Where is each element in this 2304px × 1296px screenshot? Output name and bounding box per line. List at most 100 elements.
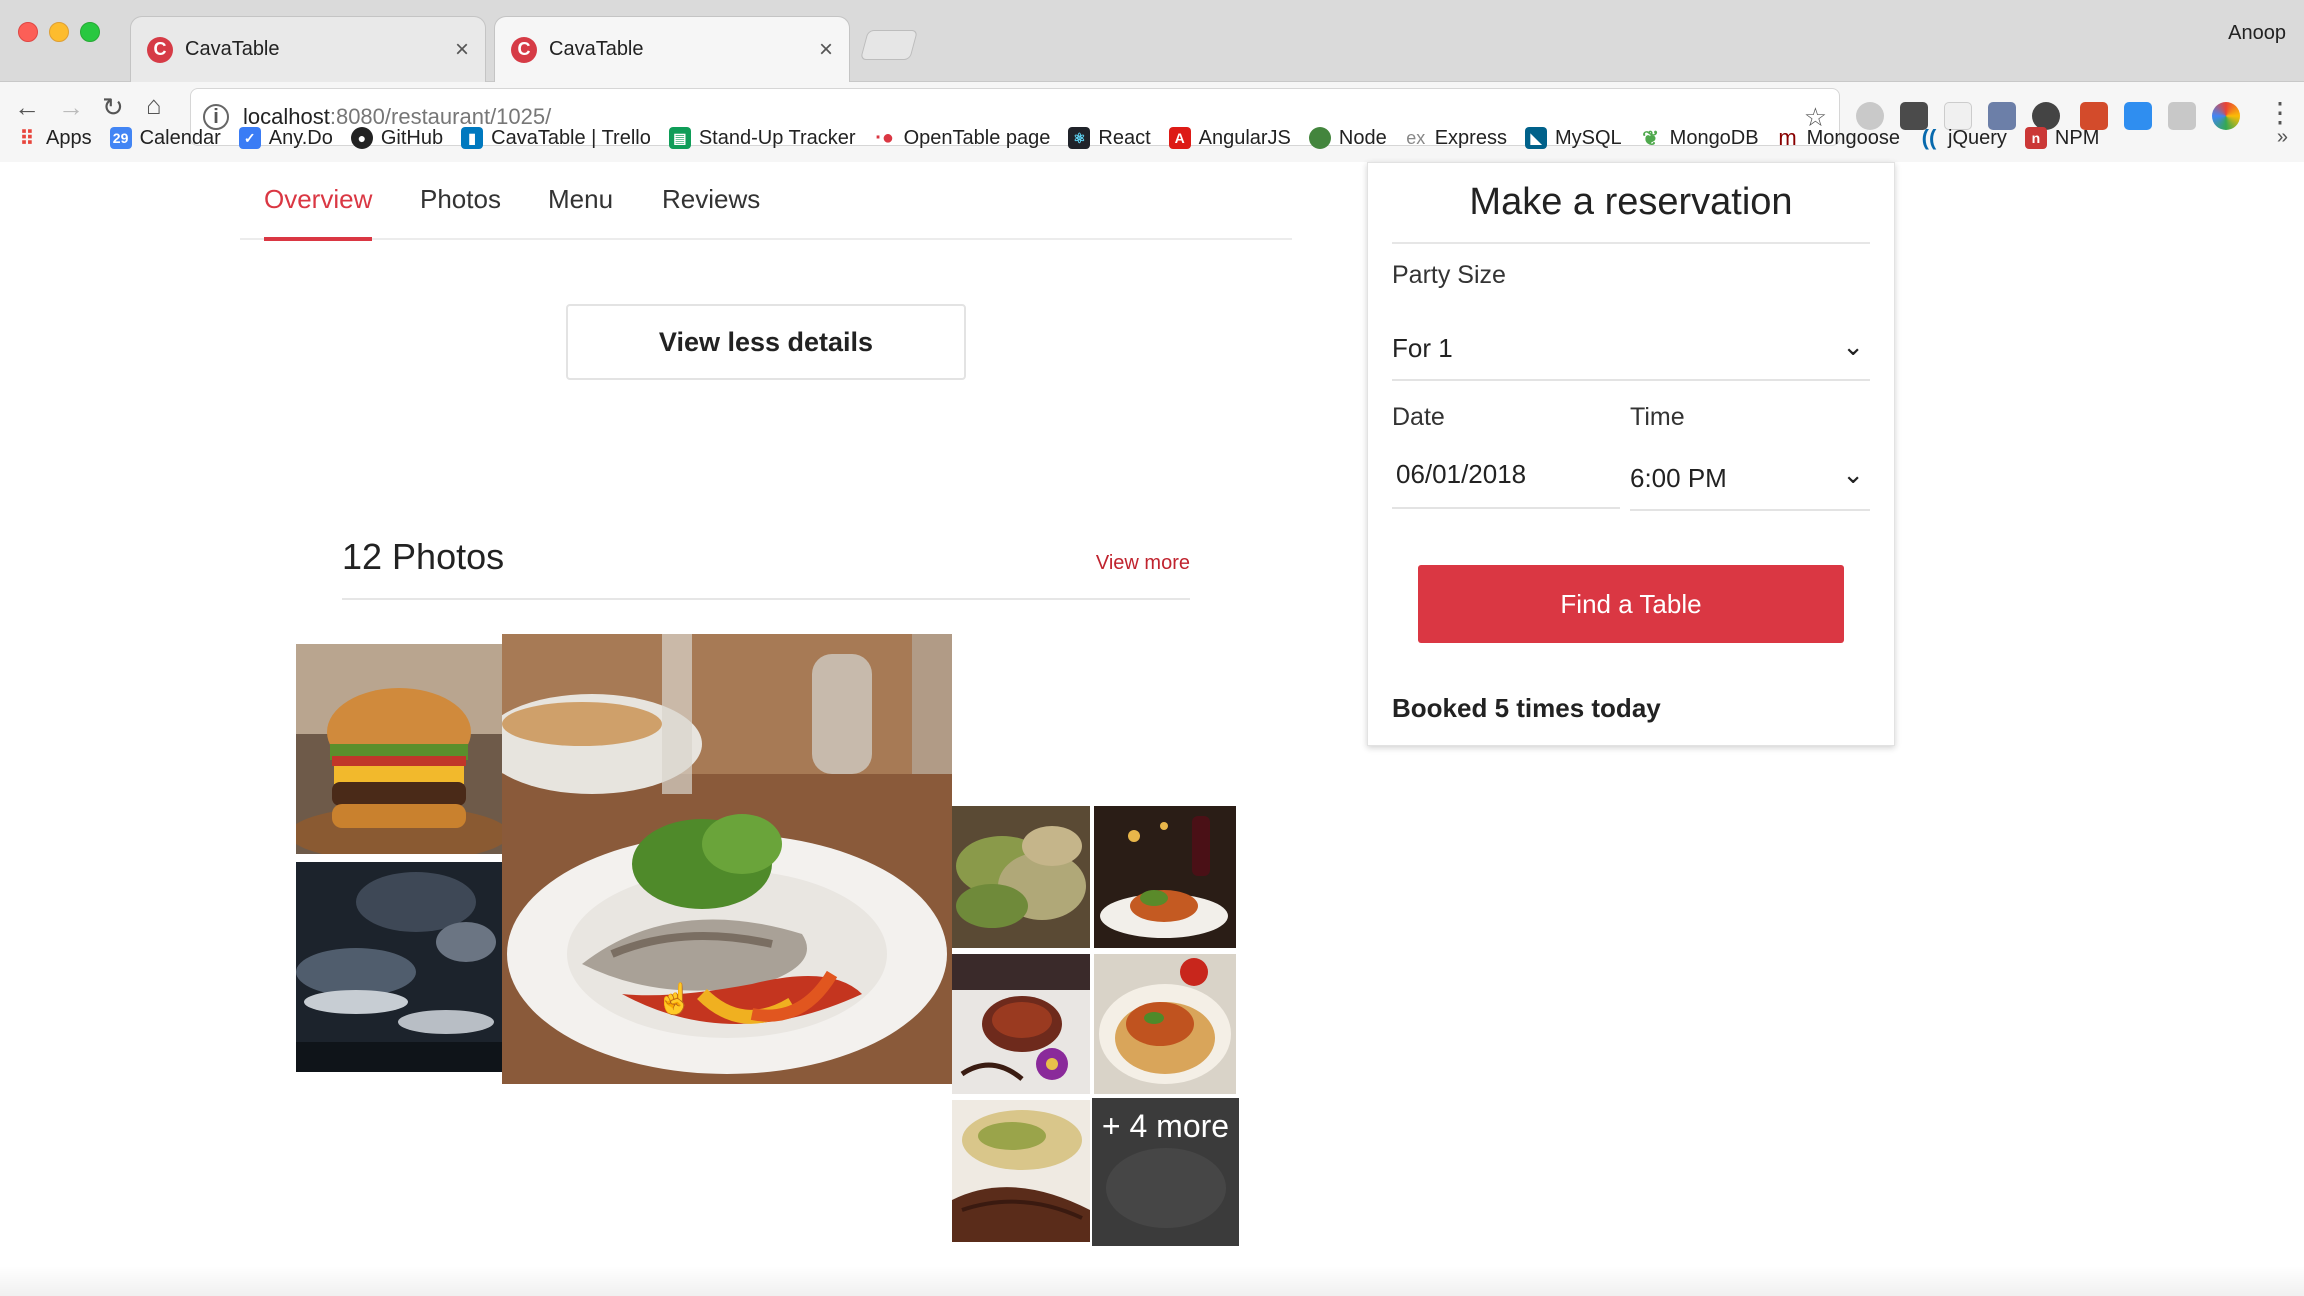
bookmark-trello[interactable]: ▮ CavaTable | Trello bbox=[461, 127, 651, 150]
bookmark-label: Any.Do bbox=[268, 126, 333, 149]
date-value: 06/01/2018 bbox=[1396, 459, 1527, 489]
chevron-down-icon: ⌄ bbox=[1842, 459, 1864, 489]
party-number: 1 bbox=[1438, 333, 1453, 363]
photo-wraps[interactable] bbox=[952, 806, 1090, 948]
bookmark-express[interactable]: ex Express bbox=[1405, 127, 1507, 150]
bookmark-github[interactable]: ● GitHub bbox=[350, 126, 444, 150]
forward-arrow-icon[interactable]: → bbox=[58, 92, 84, 122]
party-size-value: For 1 bbox=[1392, 333, 1453, 364]
bookmark-apps[interactable]: ⠿ Apps bbox=[16, 127, 92, 150]
bookmark-label: Node bbox=[1338, 126, 1387, 149]
tab-reviews[interactable]: Reviews bbox=[662, 184, 760, 237]
trello-icon: ▮ bbox=[461, 127, 484, 149]
photo-kitchen[interactable] bbox=[296, 862, 502, 1072]
bookmark-label: CavaTable | Trello bbox=[491, 126, 651, 149]
bookmark-npm[interactable]: n NPM bbox=[2024, 126, 2100, 150]
window-minimize-button[interactable] bbox=[49, 22, 69, 42]
apps-grid-icon: ⠿ bbox=[19, 127, 35, 150]
react-icon: ⚛ bbox=[1068, 127, 1091, 149]
photo-burger[interactable] bbox=[296, 644, 502, 854]
bookmark-label: Mongoose bbox=[1806, 126, 1900, 149]
bookmark-mongodb[interactable]: ❦ MongoDB bbox=[1640, 127, 1758, 150]
opentable-icon: ·● bbox=[875, 126, 894, 149]
bookmark-standup[interactable]: ▤ Stand-Up Tracker bbox=[668, 126, 856, 150]
chevron-down-icon: ⌄ bbox=[1842, 331, 1864, 361]
bookmark-mysql[interactable]: ◣ MySQL bbox=[1524, 127, 1622, 150]
anydo-check-icon: ✓ bbox=[238, 127, 261, 149]
reload-icon[interactable]: ↻ bbox=[102, 92, 124, 122]
bookmark-react[interactable]: ⚛ React bbox=[1068, 126, 1151, 150]
view-more-link[interactable]: View more bbox=[1096, 552, 1190, 575]
restaurant-nav: Overview Photos Menu Reviews bbox=[240, 162, 1292, 241]
bookmark-label: React bbox=[1098, 126, 1151, 149]
tab-title: CavaTable bbox=[549, 38, 644, 60]
calendar-icon: 29 bbox=[109, 127, 132, 149]
hand-cursor-icon: ☝ bbox=[656, 983, 694, 1016]
party-prefix: For bbox=[1392, 333, 1431, 363]
bookmark-label: OpenTable page bbox=[903, 126, 1051, 149]
tab-overview[interactable]: Overview bbox=[264, 184, 373, 241]
time-value: 6:00 PM bbox=[1630, 463, 1727, 493]
tab-title: CavaTable bbox=[185, 38, 280, 60]
photo-plated-meat[interactable] bbox=[952, 954, 1090, 1094]
npm-icon: n bbox=[2024, 127, 2047, 149]
home-icon[interactable]: ⌂ bbox=[146, 90, 162, 120]
bookmark-node[interactable]: Node bbox=[1308, 126, 1387, 150]
jquery-icon: (( bbox=[1921, 125, 1937, 150]
reservation-card: Make a reservation Party Size For 1 ⌄ Da… bbox=[1367, 162, 1895, 746]
bookmark-label: Stand-Up Tracker bbox=[698, 126, 856, 149]
bookmark-label: Apps bbox=[46, 126, 92, 149]
photo-more-tile[interactable]: + 4 more bbox=[1092, 1098, 1239, 1246]
tab-close-icon[interactable]: × bbox=[455, 36, 469, 64]
bottom-shadow bbox=[0, 1266, 2304, 1296]
bookmark-angular[interactable]: A AngularJS bbox=[1168, 126, 1291, 150]
mongoose-icon: m bbox=[1778, 125, 1797, 150]
browser-tabstrip: C CavaTable × C CavaTable × Anoop bbox=[0, 0, 2304, 82]
profile-name[interactable]: Anoop bbox=[2228, 22, 2286, 45]
cavatable-favicon-icon: C bbox=[511, 36, 537, 63]
window-close-button[interactable] bbox=[18, 22, 38, 42]
more-photos-label: + 4 more bbox=[1092, 1098, 1239, 1246]
tab-close-icon[interactable]: × bbox=[819, 36, 833, 64]
reservation-title: Make a reservation bbox=[1392, 181, 1870, 244]
photos-header: 12 Photos View more bbox=[342, 536, 1190, 600]
cavatable-favicon-icon: C bbox=[147, 36, 173, 63]
photo-wine-dinner[interactable] bbox=[1094, 806, 1236, 948]
bookmark-label: Express bbox=[1434, 126, 1507, 149]
view-less-details-button[interactable]: View less details bbox=[566, 304, 966, 380]
tab-menu[interactable]: Menu bbox=[548, 184, 613, 237]
bookmark-label: NPM bbox=[2054, 126, 2100, 149]
photos-title: 12 Photos bbox=[342, 536, 505, 577]
photo-main-dish[interactable] bbox=[502, 634, 952, 1084]
party-size-select[interactable]: For 1 ⌄ bbox=[1392, 321, 1870, 381]
date-label: Date bbox=[1392, 403, 1445, 431]
bookmarks-bar: ⠿ Apps 29 Calendar ✓ Any.Do ● GitHub ▮ CavaTa… bbox=[0, 118, 2304, 158]
find-a-table-button[interactable]: Find a Table bbox=[1418, 565, 1844, 643]
bookmark-label: jQuery bbox=[1948, 126, 2007, 149]
photo-pasta[interactable] bbox=[1094, 954, 1236, 1094]
node-icon bbox=[1308, 127, 1331, 149]
mysql-icon: ◣ bbox=[1524, 127, 1547, 149]
date-input[interactable]: 06/01/2018 bbox=[1392, 441, 1620, 509]
bookmark-label: GitHub bbox=[380, 126, 444, 149]
restaurant-page: Overview Photos Menu Reviews View less d… bbox=[0, 162, 2304, 1296]
bookmark-mongoose[interactable]: m Mongoose bbox=[1777, 125, 1900, 150]
bookmark-label: Calendar bbox=[139, 126, 221, 149]
time-label: Time bbox=[1630, 403, 1685, 431]
bookmarks-overflow-icon[interactable]: » bbox=[2277, 126, 2288, 149]
angular-icon: A bbox=[1168, 127, 1191, 149]
browser-tab-active[interactable]: C CavaTable × bbox=[494, 16, 850, 82]
time-select[interactable]: 6:00 PM ⌄ bbox=[1630, 441, 1870, 511]
bookmark-jquery[interactable]: (( jQuery bbox=[1918, 125, 2007, 150]
github-icon: ● bbox=[350, 127, 373, 149]
bookmark-opentable[interactable]: ·● OpenTable page bbox=[874, 126, 1051, 150]
bookmark-anydo[interactable]: ✓ Any.Do bbox=[238, 126, 333, 150]
tab-photos[interactable]: Photos bbox=[420, 184, 501, 237]
back-arrow-icon[interactable]: ← bbox=[14, 92, 40, 122]
bookmark-calendar[interactable]: 29 Calendar bbox=[109, 126, 221, 150]
new-tab-button[interactable] bbox=[859, 30, 919, 60]
photo-rice-steak[interactable] bbox=[952, 1100, 1090, 1242]
browser-tab[interactable]: C CavaTable × bbox=[130, 16, 486, 82]
window-zoom-button[interactable] bbox=[80, 22, 100, 42]
bookmark-label: AngularJS bbox=[1198, 126, 1291, 149]
